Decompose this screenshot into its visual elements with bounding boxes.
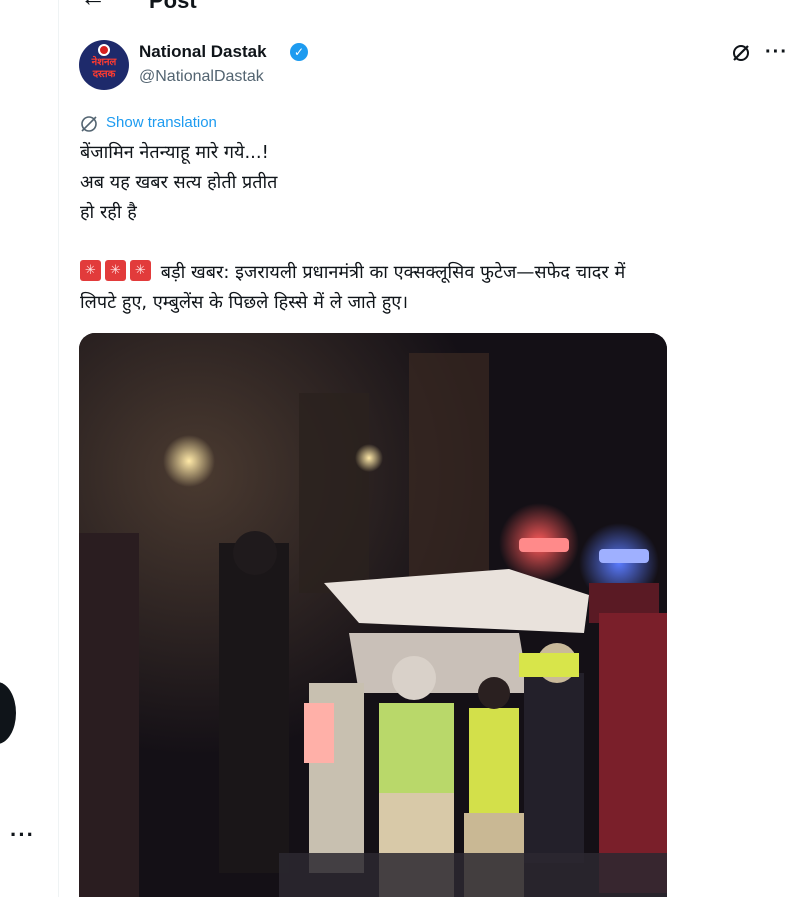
siren-emoji-icon [105,260,126,281]
avatar-logo-line1: नेशनल [91,57,117,68]
post-text-line: अब यह खबर सत्य होती प्रतीत [80,172,278,193]
post-compose-button[interactable] [0,682,16,744]
post-text-breaking: बड़ी खबर: इजरायली प्रधानमंत्री का एक्सक्… [160,262,626,283]
logo-dot [98,44,110,56]
avatar-logo-line2: दस्तक [92,69,116,80]
page-header: ← Post [58,0,799,18]
video-still-image [79,333,667,897]
author-name[interactable]: National Dastak [139,42,267,62]
author-handle[interactable]: @NationalDastak [139,68,264,86]
verified-badge-icon: ✓ [290,43,308,61]
post-text-line: हो रही है [80,202,137,223]
post-text-line: लिपटे हुए, एम्बुलेंस के पिछले हिस्से में… [80,292,409,313]
post-text-line-breaking: बड़ी खबर: इजरायली प्रधानमंत्री का एक्सक्… [80,258,760,288]
post-text-line: बेंजामिन नेतन्याहू मारे गये...! [80,142,269,163]
more-horizontal-icon[interactable]: ··· [765,41,788,64]
rail-more-icon[interactable]: ··· [10,822,35,848]
siren-emoji-icon [80,260,101,281]
page-title: Post [149,0,197,13]
post-video-media[interactable] [79,333,667,897]
translate-icon [81,116,97,132]
avatar[interactable]: नेशनल दस्तक [79,40,129,90]
show-translation-label[interactable]: Show translation [106,114,217,131]
siren-emoji-icon [130,260,151,281]
arrow-left-icon[interactable]: ← [80,0,106,13]
grok-icon[interactable] [731,43,751,63]
left-nav-rail: ··· [0,0,59,897]
